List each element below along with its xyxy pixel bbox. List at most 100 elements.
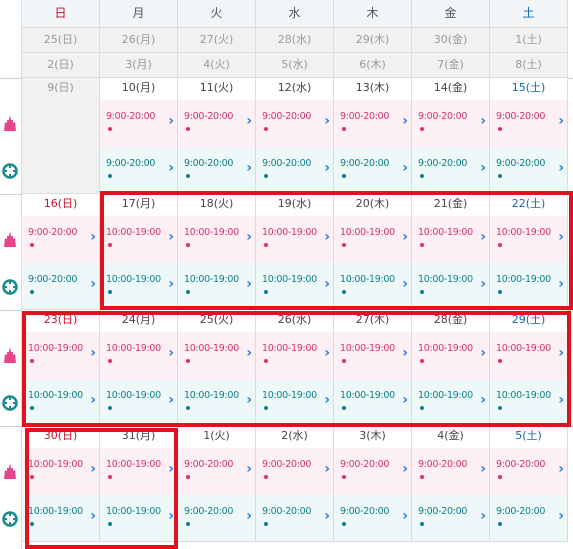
park-hours-cell[interactable]: 10:00-19:00 ›: [178, 216, 256, 263]
sea-hours-cell[interactable]: 9:00-20:00 ›: [412, 495, 490, 542]
park-hours-cell[interactable]: 10:00-19:00 ›: [22, 448, 100, 495]
sea-hours-cell[interactable]: 9:00-20:00 ›: [334, 495, 412, 542]
chevron-right-icon[interactable]: ›: [246, 345, 252, 361]
chevron-right-icon[interactable]: ›: [324, 113, 330, 129]
chevron-right-icon[interactable]: ›: [402, 461, 408, 477]
chevron-right-icon[interactable]: ›: [480, 113, 486, 129]
sea-hours-cell[interactable]: 10:00-19:00 ›: [100, 263, 178, 310]
sea-hours-cell[interactable]: 10:00-19:00 ›: [490, 379, 568, 426]
park-hours-cell[interactable]: 9:00-20:00 ›: [490, 100, 568, 147]
sea-hours-cell[interactable]: 9:00-20:00 ›: [256, 495, 334, 542]
park-hours-cell[interactable]: 10:00-19:00 ›: [490, 216, 568, 263]
chevron-right-icon[interactable]: ›: [402, 276, 408, 292]
chevron-right-icon[interactable]: ›: [558, 113, 564, 129]
chevron-right-icon[interactable]: ›: [168, 276, 174, 292]
chevron-right-icon[interactable]: ›: [558, 229, 564, 245]
sea-hours-cell[interactable]: 9:00-20:00 ›: [178, 495, 256, 542]
chevron-right-icon[interactable]: ›: [168, 508, 174, 524]
sea-hours-cell[interactable]: 10:00-19:00 ›: [22, 495, 100, 542]
park-hours-cell[interactable]: 9:00-20:00 ›: [490, 448, 568, 495]
sea-hours-cell[interactable]: 10:00-19:00 ›: [178, 263, 256, 310]
park-hours-cell[interactable]: 9:00-20:00 ›: [334, 100, 412, 147]
chevron-right-icon[interactable]: ›: [480, 229, 486, 245]
chevron-right-icon[interactable]: ›: [246, 392, 252, 408]
sea-hours-cell[interactable]: 10:00-19:00 ›: [334, 379, 412, 426]
chevron-right-icon[interactable]: ›: [324, 229, 330, 245]
park-hours-cell[interactable]: 9:00-20:00 ›: [22, 216, 100, 263]
chevron-right-icon[interactable]: ›: [480, 345, 486, 361]
chevron-right-icon[interactable]: ›: [558, 160, 564, 176]
sea-hours-cell[interactable]: 9:00-20:00 ›: [412, 147, 490, 194]
chevron-right-icon[interactable]: ›: [246, 276, 252, 292]
sea-hours-cell[interactable]: 10:00-19:00 ›: [178, 379, 256, 426]
park-hours-cell[interactable]: 10:00-19:00 ›: [178, 332, 256, 379]
park-hours-cell[interactable]: 10:00-19:00 ›: [412, 216, 490, 263]
chevron-right-icon[interactable]: ›: [324, 160, 330, 176]
sea-hours-cell[interactable]: 10:00-19:00 ›: [100, 379, 178, 426]
chevron-right-icon[interactable]: ›: [480, 508, 486, 524]
park-hours-cell[interactable]: 10:00-19:00 ›: [100, 332, 178, 379]
chevron-right-icon[interactable]: ›: [558, 276, 564, 292]
chevron-right-icon[interactable]: ›: [558, 508, 564, 524]
park-hours-cell[interactable]: 9:00-20:00 ›: [178, 100, 256, 147]
park-hours-cell[interactable]: 10:00-19:00 ›: [412, 332, 490, 379]
chevron-right-icon[interactable]: ›: [558, 345, 564, 361]
chevron-right-icon[interactable]: ›: [480, 461, 486, 477]
chevron-right-icon[interactable]: ›: [324, 392, 330, 408]
park-hours-cell[interactable]: 9:00-20:00 ›: [412, 448, 490, 495]
chevron-right-icon[interactable]: ›: [168, 113, 174, 129]
chevron-right-icon[interactable]: ›: [246, 461, 252, 477]
park-hours-cell[interactable]: 10:00-19:00 ›: [256, 216, 334, 263]
chevron-right-icon[interactable]: ›: [324, 461, 330, 477]
chevron-right-icon[interactable]: ›: [90, 461, 96, 477]
chevron-right-icon[interactable]: ›: [90, 276, 96, 292]
park-hours-cell[interactable]: 9:00-20:00 ›: [412, 100, 490, 147]
chevron-right-icon[interactable]: ›: [480, 160, 486, 176]
chevron-right-icon[interactable]: ›: [90, 229, 96, 245]
sea-hours-cell[interactable]: 9:00-20:00 ›: [490, 495, 568, 542]
chevron-right-icon[interactable]: ›: [90, 345, 96, 361]
sea-hours-cell[interactable]: 10:00-19:00 ›: [412, 379, 490, 426]
chevron-right-icon[interactable]: ›: [558, 392, 564, 408]
park-hours-cell[interactable]: 10:00-19:00 ›: [100, 448, 178, 495]
chevron-right-icon[interactable]: ›: [402, 508, 408, 524]
park-hours-cell[interactable]: 10:00-19:00 ›: [334, 332, 412, 379]
chevron-right-icon[interactable]: ›: [246, 508, 252, 524]
chevron-right-icon[interactable]: ›: [246, 160, 252, 176]
sea-hours-cell[interactable]: 9:00-20:00 ›: [22, 263, 100, 310]
park-hours-cell[interactable]: 9:00-20:00 ›: [178, 448, 256, 495]
park-hours-cell[interactable]: 10:00-19:00 ›: [22, 332, 100, 379]
chevron-right-icon[interactable]: ›: [324, 345, 330, 361]
sea-hours-cell[interactable]: 9:00-20:00 ›: [490, 147, 568, 194]
sea-hours-cell[interactable]: 10:00-19:00 ›: [22, 379, 100, 426]
sea-hours-cell[interactable]: 9:00-20:00 ›: [100, 147, 178, 194]
chevron-right-icon[interactable]: ›: [90, 508, 96, 524]
sea-hours-cell[interactable]: 10:00-19:00 ›: [334, 263, 412, 310]
chevron-right-icon[interactable]: ›: [402, 113, 408, 129]
park-hours-cell[interactable]: 9:00-20:00 ›: [334, 448, 412, 495]
chevron-right-icon[interactable]: ›: [324, 508, 330, 524]
park-hours-cell[interactable]: 9:00-20:00 ›: [256, 100, 334, 147]
chevron-right-icon[interactable]: ›: [90, 392, 96, 408]
chevron-right-icon[interactable]: ›: [168, 160, 174, 176]
chevron-right-icon[interactable]: ›: [558, 461, 564, 477]
chevron-right-icon[interactable]: ›: [480, 276, 486, 292]
sea-hours-cell[interactable]: 10:00-19:00 ›: [490, 263, 568, 310]
chevron-right-icon[interactable]: ›: [480, 392, 486, 408]
chevron-right-icon[interactable]: ›: [402, 160, 408, 176]
sea-hours-cell[interactable]: 9:00-20:00 ›: [178, 147, 256, 194]
park-hours-cell[interactable]: 10:00-19:00 ›: [100, 216, 178, 263]
chevron-right-icon[interactable]: ›: [402, 345, 408, 361]
sea-hours-cell[interactable]: 10:00-19:00 ›: [256, 379, 334, 426]
chevron-right-icon[interactable]: ›: [168, 461, 174, 477]
sea-hours-cell[interactable]: 10:00-19:00 ›: [100, 495, 178, 542]
park-hours-cell[interactable]: 9:00-20:00 ›: [256, 448, 334, 495]
chevron-right-icon[interactable]: ›: [402, 392, 408, 408]
sea-hours-cell[interactable]: 10:00-19:00 ›: [412, 263, 490, 310]
park-hours-cell[interactable]: 10:00-19:00 ›: [256, 332, 334, 379]
chevron-right-icon[interactable]: ›: [246, 113, 252, 129]
chevron-right-icon[interactable]: ›: [168, 392, 174, 408]
park-hours-cell[interactable]: 10:00-19:00 ›: [334, 216, 412, 263]
chevron-right-icon[interactable]: ›: [168, 229, 174, 245]
chevron-right-icon[interactable]: ›: [246, 229, 252, 245]
